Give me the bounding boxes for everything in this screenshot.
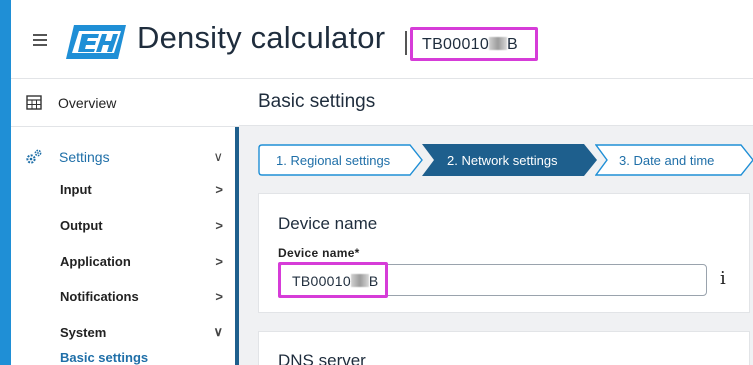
app-header: Density calculator TB00010 B <box>11 0 753 78</box>
sidebar-item-system[interactable]: System ∨ <box>11 321 239 343</box>
sidebar-item-label: Application <box>60 253 131 269</box>
sidebar-item-label: Overview <box>58 94 117 111</box>
page-header: Basic settings <box>239 78 753 126</box>
page-title: Basic settings <box>258 91 376 112</box>
sidebar-item-notifications[interactable]: Notifications > <box>11 285 239 307</box>
sidebar-item-output[interactable]: Output > <box>11 214 239 236</box>
sidebar-item-application[interactable]: Application > <box>11 250 239 272</box>
device-tag-suffix: B <box>507 36 519 53</box>
step-date-and-time[interactable]: 3. Date and time <box>595 144 753 176</box>
sidebar-item-label: Notifications <box>60 288 139 304</box>
device-name-label: Device name* <box>278 246 360 260</box>
step-label: 3. Date and time <box>619 152 715 168</box>
hamburger-menu-icon[interactable] <box>33 34 47 46</box>
info-icon[interactable]: i <box>720 268 726 289</box>
sidebar-item-input[interactable]: Input > <box>11 178 239 200</box>
gears-icon <box>26 149 42 164</box>
dns-server-card: DNS server <box>258 331 750 365</box>
step-network-settings[interactable]: 2. Network settings <box>422 144 598 176</box>
app-title: Density calculator <box>137 20 386 55</box>
sidebar: Overview Settings ∨ Input > Output > App… <box>11 78 239 365</box>
sidebar-item-label: Input <box>60 181 92 197</box>
step-label: 1. Regional settings <box>276 152 391 168</box>
sidebar-item-label: Settings <box>59 149 110 165</box>
chevron-down-icon: ∨ <box>213 149 223 164</box>
sidebar-subitem-basic-settings[interactable]: Basic settings <box>60 350 148 365</box>
sidebar-item-settings[interactable]: Settings ∨ <box>11 145 239 169</box>
table-grid-icon <box>26 95 42 110</box>
card-title: DNS server <box>278 351 366 365</box>
chevron-right-icon: > <box>215 288 223 304</box>
highlight-annotation <box>278 262 388 298</box>
sidebar-active-divider <box>235 127 239 365</box>
device-tag: TB00010 B <box>410 27 538 61</box>
chevron-right-icon: > <box>215 217 223 233</box>
sidebar-item-label: System <box>60 324 107 340</box>
redacted-blur <box>489 37 508 50</box>
device-tag-prefix: TB00010 <box>422 36 490 53</box>
chevron-down-icon: ∨ <box>213 324 223 339</box>
step-regional-settings[interactable]: 1. Regional settings <box>258 144 424 176</box>
left-accent-bar <box>0 0 11 365</box>
chevron-right-icon: > <box>215 253 223 269</box>
chevron-right-icon: > <box>215 181 223 197</box>
step-label: 2. Network settings <box>447 152 558 168</box>
card-title: Device name <box>278 214 378 233</box>
eh-logo <box>66 25 126 59</box>
title-separator <box>405 31 407 55</box>
sidebar-item-label: Output <box>60 217 103 233</box>
sidebar-item-overview[interactable]: Overview <box>11 79 239 127</box>
